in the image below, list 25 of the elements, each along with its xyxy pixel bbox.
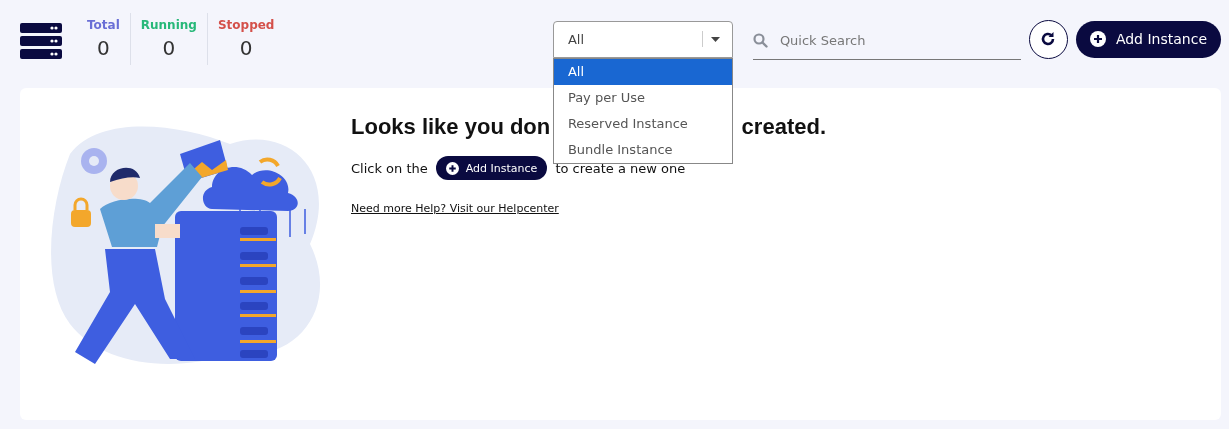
help-link[interactable]: Need more Help? Visit our Helpcenter	[351, 202, 826, 215]
stat-label: Stopped	[217, 18, 275, 32]
search-icon	[752, 33, 768, 48]
stat-value: 0	[162, 36, 176, 60]
add-instance-button[interactable]: Add Instance	[1075, 20, 1221, 58]
add-instance-button[interactable]: Add Instance	[435, 156, 548, 180]
prompt-text: Click on the	[351, 160, 428, 176]
prompt-text: to create a new one	[555, 160, 686, 176]
empty-state-heading: created.	[741, 114, 826, 140]
filter-dropdown[interactable]: All	[552, 20, 733, 58]
plus-icon	[445, 161, 459, 175]
empty-state-heading: Looks like you don	[351, 114, 551, 140]
dropdown-option[interactable]: Pay per Use	[553, 84, 732, 111]
stat-label: Running	[140, 18, 197, 32]
dropdown-option[interactable]: All	[553, 58, 732, 85]
dropdown-option[interactable]: Bundle Instance	[553, 136, 732, 163]
stat-value: 0	[239, 36, 253, 60]
caret-icon	[710, 36, 720, 42]
search-field[interactable]: Quick Search	[777, 32, 1021, 49]
dropdown-option[interactable]: Reserved Instance	[553, 110, 732, 137]
stat-value: 0	[97, 36, 110, 60]
stat-label: Total	[87, 18, 120, 32]
refresh-button[interactable]	[1028, 19, 1068, 59]
plus-icon	[1089, 31, 1106, 47]
server-icon	[19, 22, 63, 60]
